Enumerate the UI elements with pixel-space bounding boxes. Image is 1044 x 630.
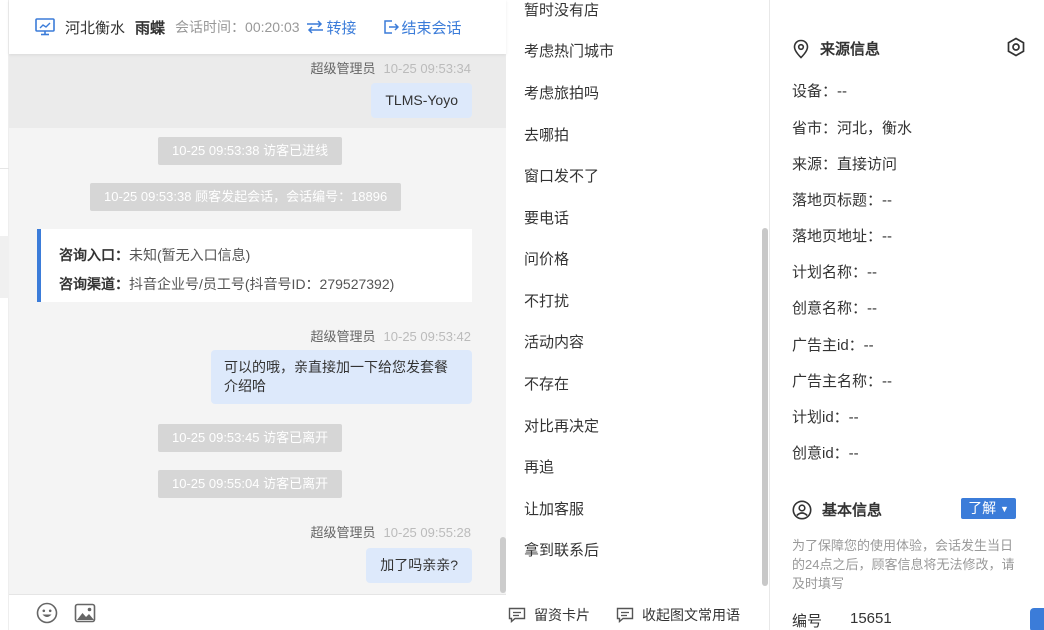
chat-header: 河北衡水 雨蝶 会话时间： 00:20:03 转接 结束会话: [9, 0, 506, 54]
number-value: 15651: [850, 610, 892, 627]
message-list[interactable]: 超级管理员 10-25 09:53:34 TLMS-Yoyo 10-25 09:5…: [9, 54, 506, 594]
message-line: 可以的哦，亲直接加一下给您发套餐: [224, 359, 448, 375]
basic-info-title: 基本信息: [822, 502, 883, 519]
phrase-item[interactable]: 问价格: [524, 248, 569, 269]
source-info-title: 来源信息: [820, 41, 881, 58]
phrase-item[interactable]: 不存在: [524, 373, 569, 394]
message-sender: 超级管理员 10-25 09:55:28: [311, 522, 471, 541]
source-field: 计划id：--: [792, 409, 859, 426]
learn-more-label: 了解: [968, 500, 997, 516]
left-gutter: [0, 0, 9, 630]
user-icon: [792, 500, 812, 519]
source-field: 省市：河北，衡水: [792, 120, 913, 137]
session-time-value: 00:20:03: [245, 19, 300, 35]
source-field: 落地页标题：--: [792, 192, 892, 209]
source-field: 来源：直接访问: [792, 156, 898, 173]
source-field: 创意名称：--: [792, 300, 877, 317]
message-time: 10-25 09:53:42: [383, 329, 471, 344]
sender-name: 超级管理员: [310, 329, 376, 344]
phrase-item[interactable]: 让加客服: [524, 498, 584, 519]
consult-entry-label: 咨询入口：: [59, 247, 129, 263]
message-time: 10-25 09:55:28: [383, 525, 471, 540]
system-message: 10-25 09:55:04 访客已离开: [158, 470, 343, 498]
phrase-item[interactable]: 窗口发不了: [524, 165, 599, 186]
phrase-item[interactable]: 考虑热门城市: [524, 40, 614, 61]
phrase-item[interactable]: 不打扰: [524, 290, 569, 311]
source-field: 计划名称：--: [792, 264, 877, 281]
phrase-item[interactable]: 再追: [524, 456, 554, 477]
chat-workspace: 河北衡水 雨蝶 会话时间： 00:20:03 转接 结束会话 超级管理员 10-…: [0, 0, 1044, 630]
agent-message-bubble: 可以的哦，亲直接加一下给您发套餐 介绍哈: [211, 350, 472, 404]
message-line: 介绍哈: [224, 378, 266, 394]
edit-deadline-note: 为了保障您的使用体验，会话发生当日的24点之后，顾客信息将无法修改，请及时填写: [792, 538, 1015, 591]
card-icon: [508, 607, 526, 623]
system-message: 10-25 09:53:38 顾客发起会话，会话编号：18896: [90, 183, 402, 211]
message-time: 10-25 09:53:34: [383, 61, 471, 76]
end-session-label: 结束会话: [401, 19, 462, 37]
system-message: 10-25 09:53:45 访客已离开: [158, 424, 343, 452]
system-message: 10-25 09:53:38 访客已进线: [158, 137, 343, 165]
source-field: 设备：--: [792, 83, 847, 100]
consult-channel-label: 咨询渠道：: [59, 276, 129, 292]
phrase-item[interactable]: 拿到联系后: [524, 539, 599, 560]
consult-channel-value: 抖音企业号/员工号(抖音号ID：279527392): [129, 276, 395, 292]
location-pin-icon: [793, 39, 809, 59]
source-field: 广告主名称：--: [792, 373, 892, 390]
source-field: 落地页地址：--: [792, 228, 892, 245]
phrase-item[interactable]: 暂时没有店: [524, 0, 599, 20]
caret-down-icon: ▼: [999, 503, 1009, 514]
end-session-button[interactable]: 结束会话: [383, 17, 462, 38]
monitor-icon: [35, 18, 55, 36]
phrase-item[interactable]: 活动内容: [524, 331, 584, 352]
floating-action-button[interactable]: [1030, 608, 1044, 630]
message-sender: 超级管理员 10-25 09:53:34: [311, 58, 471, 77]
visitor-location: 河北衡水: [65, 19, 126, 37]
learn-more-dropdown[interactable]: 了解 ▼: [961, 498, 1016, 519]
agent-message-bubble: TLMS-Yoyo: [371, 83, 472, 118]
exit-icon: [383, 20, 399, 34]
session-time-label: 会话时间：: [175, 19, 246, 35]
transfer-icon: [306, 20, 323, 34]
message-icon: [616, 607, 634, 623]
phrase-item[interactable]: 对比再决定: [524, 415, 599, 436]
message-sender: 超级管理员 10-25 09:53:42: [311, 326, 471, 345]
source-info-header: 来源信息: [792, 38, 880, 59]
consult-channel-row: 咨询渠道：抖音企业号/员工号(抖音号ID：279527392): [59, 270, 454, 299]
divider: [0, 168, 9, 169]
sender-name: 超级管理员: [310, 525, 376, 540]
consult-info-card: 咨询入口：未知(暂无入口信息) 咨询渠道：抖音企业号/员工号(抖音号ID：279…: [37, 229, 472, 302]
collapse-phrases-button[interactable]: 收起图文常用语: [616, 605, 740, 625]
number-label: 编号: [792, 613, 823, 630]
image-icon[interactable]: [74, 602, 96, 624]
lead-card-button[interactable]: 留资卡片: [508, 605, 590, 625]
consult-entry-value: 未知(暂无入口信息): [129, 247, 251, 263]
consult-entry-row: 咨询入口：未知(暂无入口信息): [59, 241, 454, 270]
source-field: 创意id：--: [792, 445, 859, 462]
chat-toolbar: [9, 594, 506, 630]
phrases-scrollbar[interactable]: [762, 228, 768, 586]
visitor-name: 雨蝶: [135, 19, 166, 37]
phrase-item[interactable]: 要电话: [524, 207, 569, 228]
sender-name: 超级管理员: [310, 61, 376, 76]
emoji-icon[interactable]: [36, 602, 58, 624]
phrase-item[interactable]: 考虑旅拍吗: [524, 82, 599, 103]
visitor-info-panel: 来源信息 设备：-- 省市：河北，衡水 来源：直接访问 落地页标题：-- 落地页…: [770, 0, 1044, 630]
agent-message-bubble: 加了吗亲亲?: [366, 548, 472, 583]
quick-phrases-panel: 暂时没有店 考虑热门城市 考虑旅拍吗 去哪拍 窗口发不了 要电话 问价格 不打扰…: [506, 0, 770, 630]
transfer-button[interactable]: 转接: [306, 17, 357, 38]
lead-card-label: 留资卡片: [534, 607, 590, 623]
selected-row-edge[interactable]: [0, 236, 9, 298]
phrases-footer: 留资卡片 收起图文常用语: [506, 600, 770, 630]
collapse-phrases-label: 收起图文常用语: [642, 607, 740, 623]
chat-panel: 河北衡水 雨蝶 会话时间： 00:20:03 转接 结束会话 超级管理员 10-…: [9, 0, 506, 630]
transfer-label: 转接: [326, 19, 357, 37]
source-field: 广告主id：--: [792, 337, 874, 354]
phrase-item[interactable]: 去哪拍: [524, 124, 569, 145]
settings-icon[interactable]: [1006, 37, 1026, 57]
basic-info-header: 基本信息: [792, 499, 882, 520]
